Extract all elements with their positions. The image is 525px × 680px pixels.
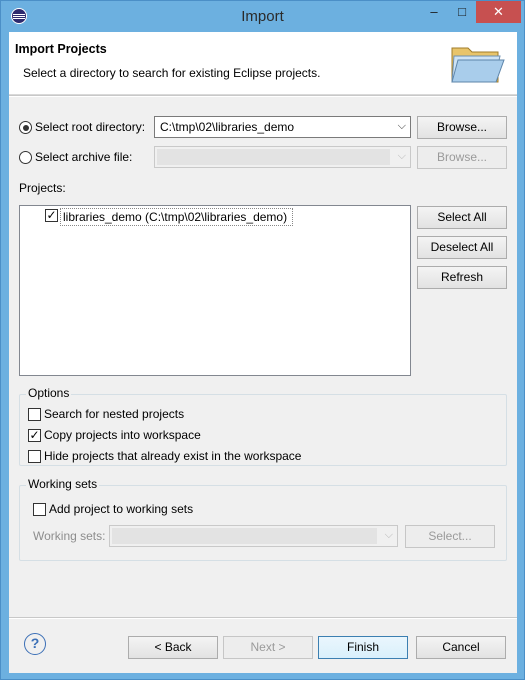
copy-into-workspace-checkbox[interactable]: ✓ [28,429,41,442]
projects-list[interactable]: ✓ libraries_demo (C:\tmp\02\libraries_de… [19,205,411,376]
chevron-down-icon[interactable]: ⌵ [398,120,406,133]
working-sets-group: Working sets Add project to working sets… [19,477,507,561]
minimize-button[interactable]: – [419,1,449,23]
root-directory-label[interactable]: Select root directory: [35,120,145,134]
select-all-button[interactable]: Select All [417,206,507,229]
list-item[interactable]: libraries_demo (C:\tmp\02\libraries_demo… [60,208,293,226]
archive-file-combo[interactable]: ⌵ [154,146,411,168]
hide-existing-checkbox[interactable] [28,450,41,463]
next-button[interactable]: Next > [223,636,313,659]
archive-file-input [157,149,390,165]
project-label: libraries_demo (C:\tmp\02\libraries_demo… [63,210,288,224]
help-icon[interactable]: ? [24,633,46,655]
working-sets-group-title: Working sets [26,477,100,491]
options-group: Options Search for nested projects ✓ Cop… [19,386,507,466]
footer-separator [9,617,517,619]
dialog-body: Import Projects Select a directory to se… [9,32,517,673]
browse-archive-button[interactable]: Browse... [417,146,507,169]
wizard-title: Import Projects [15,42,107,56]
search-nested-label[interactable]: Search for nested projects [44,407,184,421]
projects-label: Projects: [19,181,66,195]
project-checkbox[interactable]: ✓ [45,209,58,222]
working-sets-combo[interactable]: ⌵ [109,525,398,547]
search-nested-checkbox[interactable] [28,408,41,421]
header-separator [9,95,517,97]
chevron-down-icon[interactable]: ⌵ [385,529,393,542]
root-directory-combo[interactable]: C:\tmp\02\libraries_demo ⌵ [154,116,411,138]
maximize-button[interactable]: □ [449,1,475,23]
hide-existing-label[interactable]: Hide projects that already exist in the … [44,449,301,463]
add-to-working-sets-checkbox[interactable] [33,503,46,516]
working-sets-input [112,528,377,544]
refresh-button[interactable]: Refresh [417,266,507,289]
wizard-description: Select a directory to search for existin… [23,66,321,80]
finish-button[interactable]: Finish [318,636,408,659]
deselect-all-button[interactable]: Deselect All [417,236,507,259]
wizard-header: Import Projects Select a directory to se… [9,32,517,95]
root-directory-value: C:\tmp\02\libraries_demo [160,120,295,134]
chevron-down-icon[interactable]: ⌵ [398,150,406,163]
folder-open-icon [451,47,505,83]
add-to-working-sets-label[interactable]: Add project to working sets [49,502,193,516]
working-sets-label: Working sets: [33,529,106,543]
title-bar[interactable]: Import – □ ✕ [1,1,524,31]
options-group-title: Options [26,386,72,400]
copy-into-workspace-label[interactable]: Copy projects into workspace [44,428,201,442]
browse-root-button[interactable]: Browse... [417,116,507,139]
back-button[interactable]: < Back [128,636,218,659]
cancel-button[interactable]: Cancel [416,636,506,659]
root-directory-radio[interactable] [19,121,32,134]
import-dialog-window: Import – □ ✕ Import Projects Select a di… [0,0,525,680]
select-working-sets-button[interactable]: Select... [405,525,495,548]
archive-file-label[interactable]: Select archive file: [35,150,132,164]
archive-file-radio[interactable] [19,151,32,164]
close-button[interactable]: ✕ [476,1,521,23]
